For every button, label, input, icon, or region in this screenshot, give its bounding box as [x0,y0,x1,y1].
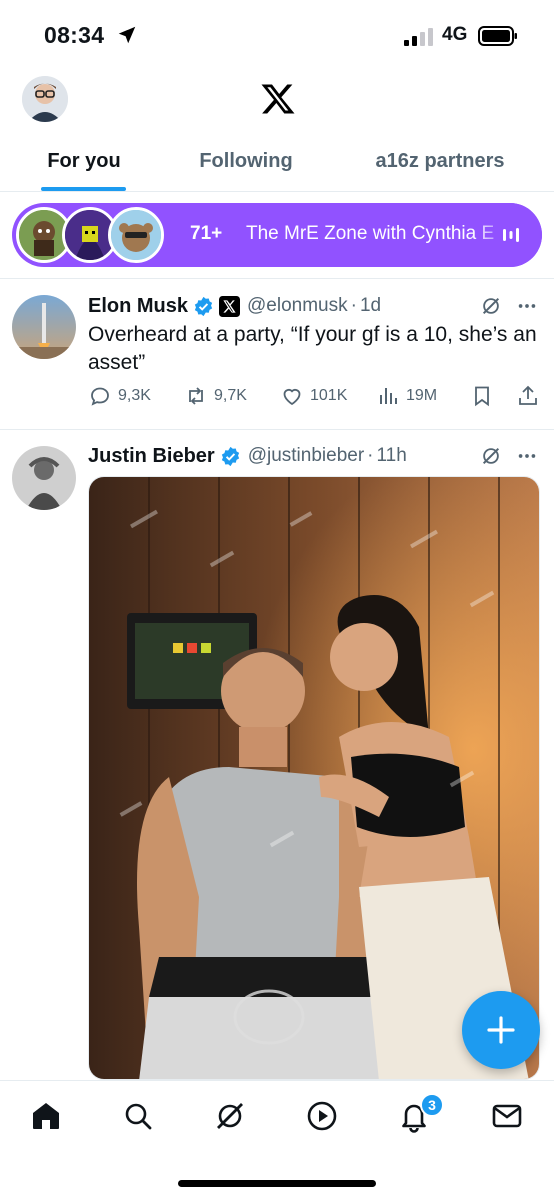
views-count: 19M [406,387,438,404]
compose-plus-icon [487,1016,515,1044]
home-icon [33,1103,59,1129]
profile-avatar[interactable] [22,76,68,122]
tweet-header: Elon Musk @elonmusk · 1d [88,293,381,319]
bookmark-icon [475,386,489,407]
notifications-badge: 3 [420,1093,444,1117]
author-name[interactable]: Elon Musk [88,295,188,318]
views-button[interactable]: 19M [376,384,437,408]
app-header [0,70,554,130]
signal-icon [404,28,433,46]
views-icon [380,388,397,404]
author-handle: @elonmusk [247,295,348,316]
grok-icon[interactable] [480,295,502,317]
tab-for-you[interactable]: For you [28,136,140,192]
tweet-card[interactable]: Justin Bieber @justinbieber · 11h [0,430,554,1080]
active-tab-indicator [41,187,126,191]
share-button[interactable] [516,384,546,408]
author-name[interactable]: Justin Bieber [88,445,215,468]
nav-grok[interactable] [213,1099,247,1133]
status-time: 08:34 [44,22,105,48]
search-icon [125,1103,152,1130]
author-avatar[interactable] [12,446,76,510]
nav-search[interactable] [121,1099,155,1133]
reply-count: 9,3K [118,387,151,404]
grok-nav-icon [217,1103,243,1129]
space-listener-count: 71+ [190,223,223,244]
x-logo-icon [261,84,295,114]
like-count: 101K [310,387,348,404]
share-icon [519,385,537,405]
tweet-header: Justin Bieber @justinbieber · 11h [88,443,407,469]
tweet-actions: 9,3K 9,7K 101K 19M [88,384,540,414]
location-arrow-icon [118,26,136,44]
reply-icon [91,387,109,406]
more-icon[interactable] [516,445,538,467]
tweet-card[interactable]: Elon Musk @elonmusk · 1d Overheard at a … [0,279,554,429]
like-icon [283,388,301,406]
space-host-avatar [108,207,164,263]
tweet-text: Overheard at a party, “If your gf is a 1… [88,323,537,374]
more-icon[interactable] [516,295,538,317]
battery-icon [478,26,517,46]
status-bar: 08:34 4G [0,0,554,70]
tweet-time: 11h [376,445,407,466]
tab-a16z-partners[interactable]: a16z partners [362,136,518,192]
video-icon [307,1101,337,1131]
grok-icon[interactable] [480,445,502,467]
tweet-media-photo[interactable] [88,476,540,1080]
repost-icon [189,387,203,405]
verified-icon [194,296,213,316]
separator-dot: · [350,295,357,316]
live-space-banner[interactable]: 71+ The MrE Zone with Cynthia E [12,203,542,267]
tweet-time: 1d [359,295,382,316]
repost-button[interactable]: 9,7K [184,384,247,408]
nav-messages[interactable] [490,1099,524,1133]
home-indicator [178,1180,376,1187]
tab-following[interactable]: Following [180,136,312,192]
author-handle: @justinbieber [247,445,365,466]
bookmark-button[interactable] [470,384,500,408]
x-affiliation-icon [219,295,241,317]
mail-icon [492,1104,522,1128]
author-avatar[interactable] [12,295,76,359]
nav-video[interactable] [305,1099,339,1133]
network-label: 4G [442,24,468,45]
verified-icon [221,446,239,466]
timeline-tabs: For you Following a16z partners [0,136,554,192]
repost-count: 9,7K [214,387,247,404]
separator-dot: · [367,445,374,466]
reply-button[interactable]: 9,3K [88,384,151,408]
audio-bars-icon [503,228,519,242]
nav-home[interactable] [29,1099,63,1133]
compose-button[interactable] [462,991,540,1069]
like-button[interactable]: 101K [280,384,347,408]
